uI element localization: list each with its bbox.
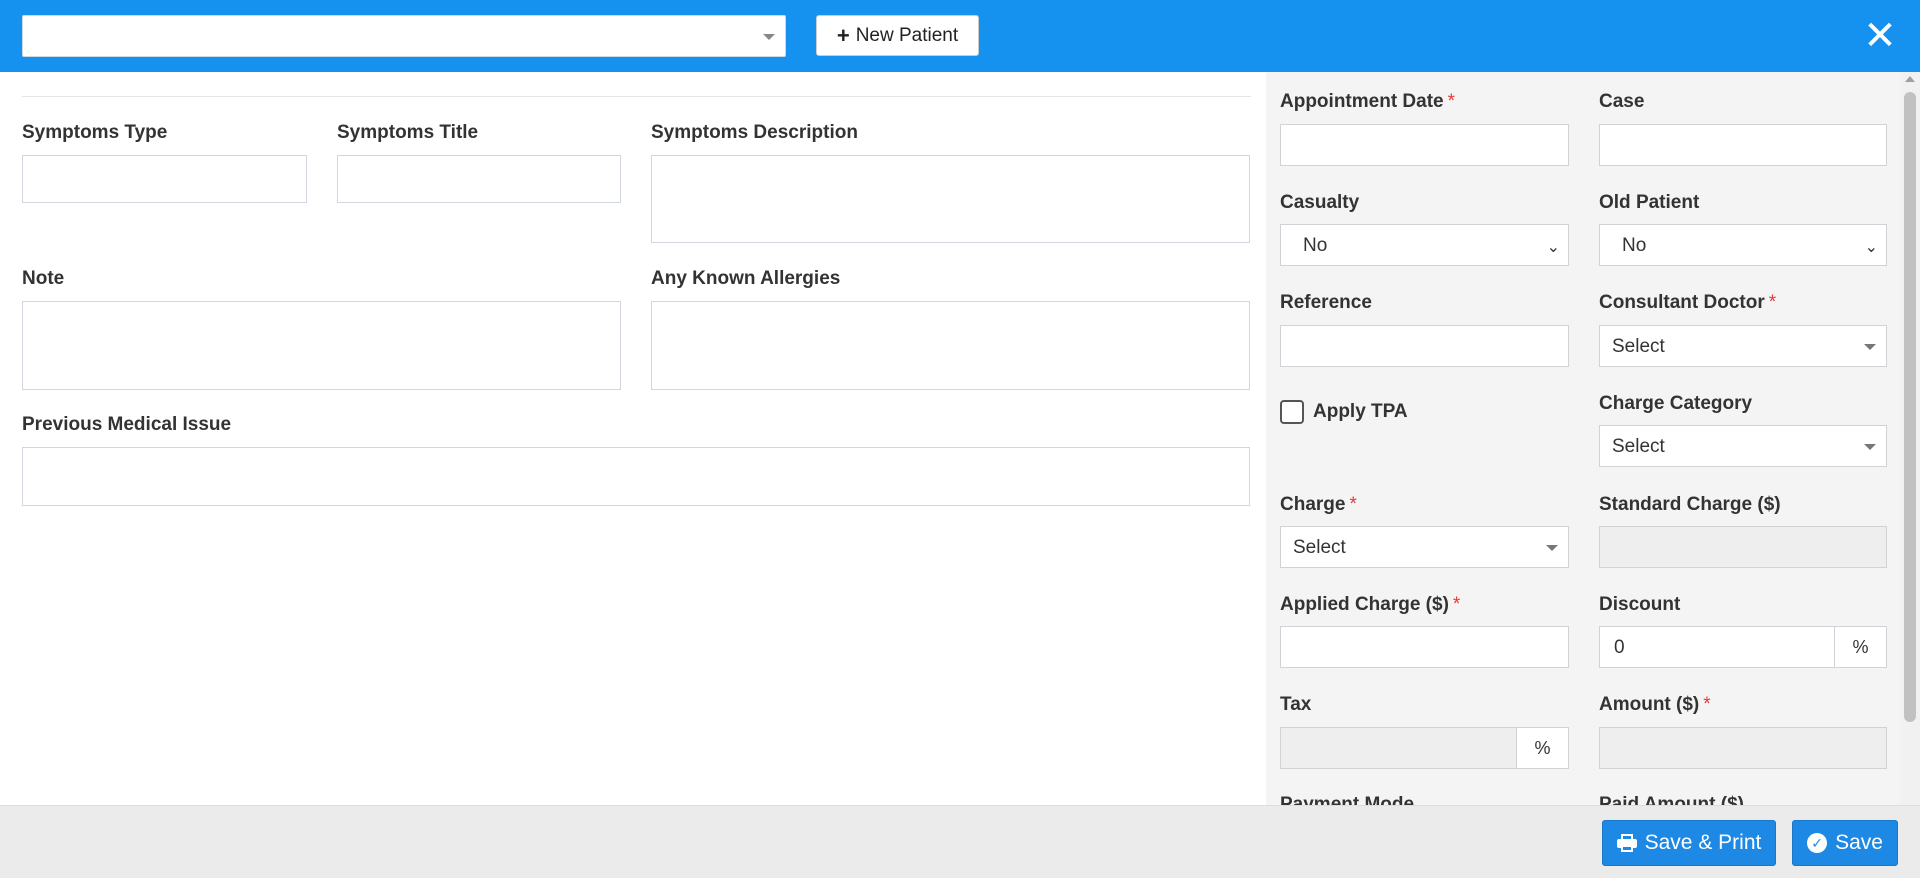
symptoms-form: Symptoms Type Symptoms Title Symptoms De…: [0, 72, 1266, 805]
tax-input: %: [1280, 727, 1569, 769]
case-label: Case: [1599, 91, 1645, 112]
symptoms-title-input[interactable]: [337, 155, 621, 203]
save-label: Save: [1835, 831, 1883, 854]
consultant-doctor-value: Select: [1612, 336, 1665, 357]
chevron-down-icon: [1864, 444, 1876, 450]
standard-charge-input: [1599, 526, 1887, 568]
add-appointment-modal: + New Patient ✕ Symptoms Type Symptoms T…: [0, 0, 1920, 878]
required-mark: *: [1447, 91, 1456, 112]
previous-medical-issue-textarea[interactable]: [22, 447, 1250, 506]
symptoms-description-label: Symptoms Description: [651, 122, 858, 143]
charge-category-label: Charge Category: [1599, 393, 1753, 414]
required-mark: *: [1349, 494, 1357, 515]
discount-percent-addon: %: [1834, 627, 1886, 667]
check-circle-icon: ✓: [1807, 833, 1828, 853]
casualty-value: No: [1303, 235, 1328, 256]
plus-icon: +: [836, 22, 850, 48]
paid-amount-label: Paid Amount ($): [1599, 794, 1744, 805]
casualty-label: Casualty: [1280, 192, 1360, 213]
apply-tpa-checkbox[interactable]: [1280, 400, 1304, 424]
symptoms-description-textarea[interactable]: [651, 155, 1250, 243]
appointment-details-panel: Appointment Date * Case Casualty No ⌄ Old…: [1266, 72, 1900, 805]
old-patient-label: Old Patient: [1599, 192, 1700, 213]
discount-input[interactable]: 0 %: [1599, 626, 1887, 668]
panel-scrollbar[interactable]: [1900, 72, 1920, 805]
previous-medical-issue-label: Previous Medical Issue: [22, 414, 232, 435]
old-patient-value: No: [1622, 235, 1647, 256]
note-label: Note: [22, 268, 65, 289]
modal-header: + New Patient ✕: [0, 0, 1920, 72]
payment-mode-label: Payment Mode: [1280, 794, 1415, 805]
casualty-select[interactable]: No ⌄: [1280, 224, 1569, 266]
consultant-doctor-label: Consultant Doctor *: [1599, 292, 1777, 313]
consultant-doctor-select[interactable]: Select: [1599, 325, 1887, 367]
chevron-down-icon: ⌄: [1864, 239, 1878, 256]
required-mark: *: [1703, 694, 1711, 715]
tax-label: Tax: [1280, 694, 1312, 715]
discount-label: Discount: [1599, 594, 1681, 615]
case-input[interactable]: [1599, 124, 1887, 166]
chevron-down-icon: [763, 34, 775, 40]
new-patient-label: New Patient: [855, 24, 959, 46]
new-patient-button[interactable]: + New Patient: [816, 15, 979, 56]
old-patient-select[interactable]: No ⌄: [1599, 224, 1887, 266]
amount-label: Amount ($) *: [1599, 694, 1711, 715]
symptoms-title-label: Symptoms Title: [337, 122, 479, 143]
charge-label: Charge *: [1280, 494, 1357, 515]
printer-icon: [1616, 834, 1637, 852]
required-mark: *: [1452, 594, 1461, 615]
appointment-date-label: Appointment Date *: [1280, 91, 1456, 112]
required-mark: *: [1768, 292, 1777, 313]
chevron-down-icon: ⌄: [1546, 239, 1560, 256]
save-button[interactable]: ✓ Save: [1792, 820, 1898, 866]
scrollbar-thumb[interactable]: [1904, 92, 1916, 722]
charge-select[interactable]: Select: [1280, 526, 1569, 568]
tax-percent-addon: %: [1516, 728, 1568, 768]
charge-value: Select: [1293, 537, 1346, 558]
chevron-down-icon: [1864, 344, 1876, 350]
note-textarea[interactable]: [22, 301, 621, 390]
allergies-label: Any Known Allergies: [651, 268, 841, 289]
modal-footer: Save & Print ✓ Save: [0, 805, 1920, 878]
charge-category-select[interactable]: Select: [1599, 425, 1887, 467]
allergies-textarea[interactable]: [651, 301, 1250, 390]
symptoms-type-input[interactable]: [22, 155, 307, 203]
standard-charge-label: Standard Charge ($): [1599, 494, 1781, 515]
discount-value: 0: [1614, 637, 1625, 658]
appointment-date-input[interactable]: [1280, 124, 1569, 166]
scroll-up-arrow-icon[interactable]: [1905, 76, 1915, 82]
save-and-print-button[interactable]: Save & Print: [1602, 820, 1776, 866]
save-and-print-label: Save & Print: [1644, 831, 1762, 854]
amount-input: [1599, 727, 1887, 769]
charge-category-value: Select: [1612, 436, 1665, 457]
reference-input[interactable]: [1280, 325, 1569, 367]
chevron-down-icon: [1546, 545, 1558, 551]
reference-label: Reference: [1280, 292, 1372, 313]
close-icon[interactable]: ✕: [1858, 14, 1902, 58]
apply-tpa-label: Apply TPA: [1313, 401, 1408, 422]
patient-select[interactable]: [22, 15, 786, 57]
divider: [22, 96, 1251, 97]
symptoms-type-label: Symptoms Type: [22, 122, 168, 143]
applied-charge-input[interactable]: [1280, 626, 1569, 668]
applied-charge-label: Applied Charge ($) *: [1280, 594, 1461, 615]
